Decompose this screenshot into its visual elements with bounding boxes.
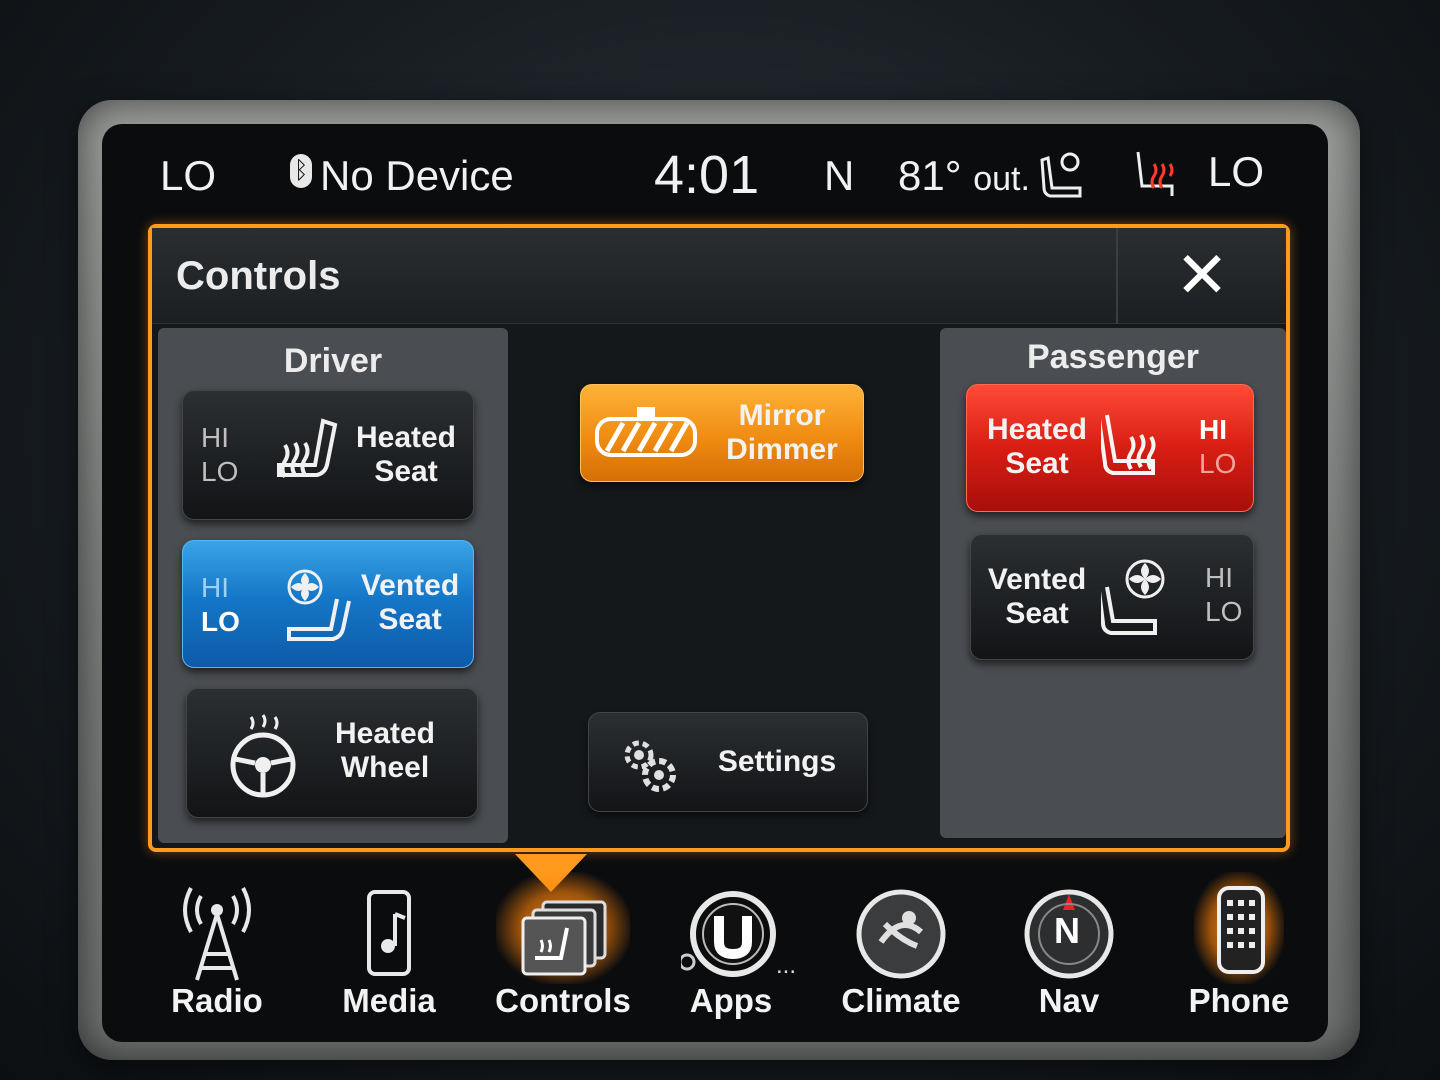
heated-wheel-icon <box>230 714 296 798</box>
panel-title: Controls <box>176 254 341 298</box>
dock-apps-label: Apps <box>689 982 773 1019</box>
bluetooth-status[interactable]: No Device <box>290 152 514 200</box>
driver-temp: LO <box>160 152 217 199</box>
level-hi: HI <box>1199 414 1227 445</box>
label-line1: Heated <box>986 413 1088 446</box>
dock-radio-label: Radio <box>171 982 263 1019</box>
level-lo: LO <box>1205 596 1243 627</box>
close-button[interactable]: ✕ <box>1116 228 1286 324</box>
driver-vented-seat-levels: HI LO <box>201 571 240 639</box>
radio-tower-icon <box>183 887 251 981</box>
dock-radio[interactable]: Radio <box>132 864 302 1034</box>
dock-phone[interactable]: Phone <box>1154 864 1324 1034</box>
passenger-title: Passenger <box>1027 338 1199 376</box>
mirror-dimmer-button[interactable]: Mirror Dimmer <box>580 384 864 482</box>
vented-seat-status-icon <box>1040 152 1082 198</box>
dock-nav[interactable]: N Nav <box>984 864 1154 1034</box>
heated-seat-icon <box>277 418 338 479</box>
dock-controls[interactable]: Controls <box>478 864 648 1034</box>
settings-label: Settings <box>717 745 837 778</box>
vented-seat-icon <box>287 569 351 641</box>
dock-media[interactable]: Media <box>304 864 474 1034</box>
label-line2: Wheel <box>340 751 430 784</box>
dock-apps[interactable]: ... Apps <box>646 864 816 1034</box>
label-line1: Mirror <box>738 399 826 432</box>
label-line1: Vented <box>360 569 460 602</box>
outside-temp-label: out. <box>973 160 1030 198</box>
label-line1: Vented <box>987 563 1087 596</box>
controls-icon <box>521 900 607 976</box>
level-hi: HI <box>201 422 229 453</box>
passenger-heated-seat-button[interactable]: Heated Seat HI LO <box>966 384 1254 512</box>
vented-seat-icon <box>1101 559 1165 635</box>
dock-climate-label: Climate <box>841 982 961 1019</box>
dock-media-label: Media <box>342 982 436 1019</box>
close-icon: ✕ <box>1175 239 1229 313</box>
driver-vented-seat-button[interactable]: HI LO Vented Seat <box>182 540 474 668</box>
apps-more-dots: ... <box>776 952 797 979</box>
bluetooth-icon <box>290 154 312 188</box>
dock-climate[interactable]: Climate <box>816 864 986 1034</box>
passenger-heated-seat-levels: HI LO <box>1199 413 1236 481</box>
heated-seat-icon <box>1101 414 1156 475</box>
passenger-temp: LO <box>1208 148 1265 195</box>
media-icon <box>367 890 411 976</box>
heated-wheel-button[interactable]: Heated Wheel <box>186 688 478 818</box>
phone-icon <box>1217 886 1265 974</box>
controls-panel: Controls ✕ Driver HI LO Heated Seat HI L… <box>148 224 1290 852</box>
passenger-vented-seat-label: Vented Seat <box>977 563 1097 631</box>
passenger-heated-seat-label: Heated Seat <box>977 413 1097 481</box>
level-lo: LO <box>201 456 239 487</box>
uconnect-apps-icon <box>681 891 776 977</box>
clock: 4:01 <box>654 145 760 205</box>
device-label: No Device <box>320 152 514 199</box>
driver-column: Driver HI LO Heated Seat HI LO Vented Se… <box>158 328 508 843</box>
status-bar: LO No Device 4:01 N 81° out. LO <box>102 144 1328 214</box>
level-hi: HI <box>201 572 229 603</box>
passenger-vented-seat-button[interactable]: Vented Seat HI LO <box>970 534 1254 660</box>
label-line2: Seat <box>374 455 438 488</box>
heated-wheel-label: Heated Wheel <box>325 717 445 785</box>
label-line1: Heated <box>334 717 436 750</box>
driver-heated-seat-levels: HI LO <box>201 421 238 489</box>
label-line2: Seat <box>1005 447 1069 480</box>
level-lo: LO <box>1199 448 1237 479</box>
bottom-dock: Radio Media Controls ... Apps Climate N … <box>102 864 1328 1042</box>
driver-title: Driver <box>283 342 383 380</box>
gear-icon <box>624 740 676 792</box>
mirror-dimmer-label: Mirror Dimmer <box>717 399 847 467</box>
level-hi: HI <box>1205 562 1233 593</box>
driver-vented-seat-label: Vented Seat <box>355 569 465 637</box>
dock-nav-label: Nav <box>1038 982 1100 1019</box>
passenger-vented-seat-levels: HI LO <box>1205 561 1242 629</box>
outside-temp: 81° out. <box>898 152 1030 200</box>
display-screen: LO No Device 4:01 N 81° out. LO Controls… <box>102 124 1328 1042</box>
passenger-column: Passenger Heated Seat HI LO Vented Seat … <box>940 328 1286 838</box>
panel-header: Controls ✕ <box>152 228 1286 324</box>
heated-seat-status-icon <box>1136 151 1174 196</box>
driver-heated-seat-label: Heated Seat <box>351 421 461 489</box>
compass-heading: N <box>824 152 855 199</box>
mirror-icon <box>595 407 697 457</box>
level-lo: LO <box>201 606 240 637</box>
dock-phone-label: Phone <box>1188 982 1290 1019</box>
dock-controls-label: Controls <box>495 982 631 1019</box>
label-line1: Heated <box>355 421 457 454</box>
climate-icon <box>856 889 946 979</box>
label-line2: Dimmer <box>726 433 838 466</box>
driver-heated-seat-button[interactable]: HI LO Heated Seat <box>182 390 474 520</box>
label-line2: Seat <box>378 603 442 636</box>
outside-temp-value: 81° <box>898 152 962 199</box>
nav-compass-letter: N <box>1054 910 1080 951</box>
label-line2: Seat <box>1005 597 1069 630</box>
settings-button[interactable]: Settings <box>588 712 868 812</box>
